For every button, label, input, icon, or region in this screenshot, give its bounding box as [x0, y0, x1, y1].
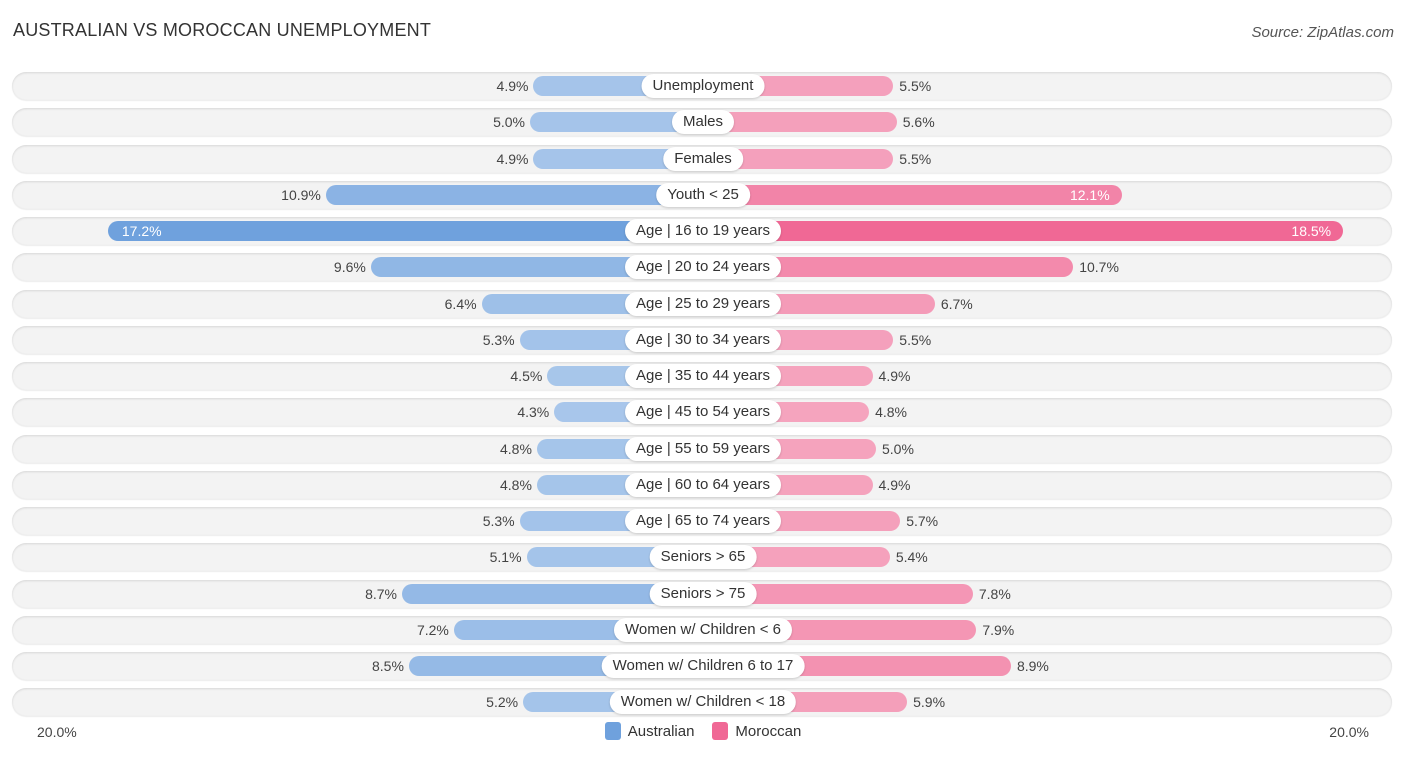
value-label-australian: 9.6% [333, 259, 366, 276]
category-label: Age | 30 to 34 years [625, 327, 781, 352]
value-label-moroccan: 5.9% [913, 694, 946, 711]
bar-australian[interactable] [107, 221, 703, 241]
value-label-australian: 5.2% [486, 694, 519, 711]
value-label-australian: 4.9% [496, 150, 529, 167]
bar-moroccan[interactable] [703, 184, 1122, 205]
value-label-moroccan: 6.7% [940, 295, 973, 312]
category-label: Unemployment [641, 74, 765, 98]
value-label-moroccan: 8.9% [1016, 658, 1049, 674]
value-label-australian: 5.0% [493, 114, 525, 131]
value-label-australian: 8.7% [365, 585, 397, 602]
value-label-moroccan: 5.5% [899, 331, 932, 348]
value-label-moroccan: 18.5% [1291, 223, 1332, 239]
value-label-australian: 8.5% [371, 658, 404, 674]
value-label-moroccan: 5.5% [899, 150, 932, 167]
category-label: Age | 45 to 54 years [625, 400, 781, 425]
value-label-moroccan: 5.7% [906, 513, 939, 529]
category-label: Age | 25 to 29 years [625, 291, 781, 316]
chart-row: 7.2% 7.9% Women w/ Children < 6 [12, 615, 1392, 644]
bar-moroccan[interactable] [703, 221, 1344, 241]
chart-row: 17.2% 18.5% Age | 16 to 19 years [12, 217, 1392, 245]
bar-australian[interactable] [325, 184, 703, 205]
value-label-australian: 4.8% [500, 440, 532, 457]
legend-swatch-moroccan [712, 722, 729, 740]
category-label: Seniors > 65 [649, 545, 757, 570]
value-label-australian: 6.4% [444, 295, 477, 312]
category-label: Women w/ Children < 6 [613, 617, 793, 642]
value-label-australian: 4.3% [517, 404, 550, 421]
value-label-moroccan: 12.1% [1069, 186, 1110, 203]
chart-row: 4.9% 5.5% Females [12, 144, 1392, 173]
value-label-moroccan: 7.8% [978, 585, 1011, 602]
chart-row: 5.0% 5.6% Males [12, 108, 1392, 137]
value-label-moroccan: 5.0% [882, 440, 914, 457]
category-label: Age | 20 to 24 years [625, 255, 781, 280]
value-label-moroccan: 5.4% [895, 549, 928, 566]
value-label-moroccan: 4.8% [875, 404, 907, 421]
category-label: Age | 16 to 19 years [625, 219, 781, 243]
value-label-moroccan: 4.9% [878, 476, 911, 493]
chart-row: 4.8% 5.0% Age | 55 to 59 years [12, 434, 1392, 463]
legend-swatch-australian [604, 722, 621, 740]
value-label-australian: 17.2% [121, 223, 162, 239]
legend-label-moroccan: Moroccan [735, 722, 802, 740]
category-label: Females [663, 146, 743, 171]
value-label-moroccan: 4.9% [878, 368, 911, 384]
category-label: Age | 35 to 44 years [625, 364, 781, 388]
value-label-moroccan: 5.6% [902, 114, 935, 131]
chart-row: 10.9% 12.1% Youth < 25 [12, 180, 1392, 209]
legend-item-australian[interactable]: Australian [604, 722, 695, 740]
value-label-australian: 7.2% [416, 621, 449, 638]
chart-row: 4.8% 4.9% Age | 60 to 64 years [12, 470, 1392, 499]
category-label: Age | 65 to 74 years [625, 509, 781, 533]
chart-row: 6.4% 6.7% Age | 25 to 29 years [12, 289, 1392, 318]
value-label-australian: 5.3% [482, 513, 515, 529]
chart-row: 5.2% 5.9% Women w/ Children < 18 [12, 688, 1392, 717]
value-label-australian: 5.1% [489, 549, 522, 566]
chart-row: 4.3% 4.8% Age | 45 to 54 years [12, 398, 1392, 427]
category-label: Women w/ Children 6 to 17 [601, 654, 805, 678]
chart-row: 9.6% 10.7% Age | 20 to 24 years [12, 253, 1392, 282]
value-label-moroccan: 10.7% [1079, 259, 1119, 276]
chart-row: 5.3% 5.7% Age | 65 to 74 years [12, 507, 1392, 535]
chart-row: 8.7% 7.8% Seniors > 75 [12, 579, 1392, 608]
legend-item-moroccan[interactable]: Moroccan [712, 722, 801, 740]
value-label-australian: 4.5% [510, 368, 543, 384]
legend-label-australian: Australian [627, 722, 695, 740]
value-label-moroccan: 7.9% [982, 621, 1015, 638]
chart-title: AUSTRALIAN VS MOROCCAN UNEMPLOYMENT [13, 20, 432, 40]
value-label-australian: 10.9% [281, 186, 321, 203]
chart-row: 5.1% 5.4% Seniors > 65 [12, 543, 1392, 572]
value-label-australian: 4.9% [496, 78, 529, 94]
chart-row: 4.5% 4.9% Age | 35 to 44 years [12, 362, 1392, 390]
chart-row: 8.5% 8.9% Women w/ Children 6 to 17 [12, 652, 1392, 680]
chart-row: 4.9% 5.5% Unemployment [12, 72, 1392, 100]
value-label-moroccan: 5.5% [899, 78, 932, 94]
category-label: Seniors > 75 [649, 581, 757, 606]
category-label: Males [671, 110, 735, 135]
category-label: Women w/ Children < 18 [609, 690, 797, 715]
category-label: Age | 60 to 64 years [625, 472, 781, 497]
chart-row: 5.3% 5.5% Age | 30 to 34 years [12, 325, 1392, 354]
value-label-australian: 5.3% [482, 331, 515, 348]
value-label-australian: 4.8% [500, 476, 532, 493]
category-label: Youth < 25 [656, 182, 750, 207]
source-label: Source: ZipAtlas.com [1251, 24, 1394, 41]
legend: Australian Moroccan [0, 722, 1406, 740]
category-label: Age | 55 to 59 years [625, 436, 781, 461]
